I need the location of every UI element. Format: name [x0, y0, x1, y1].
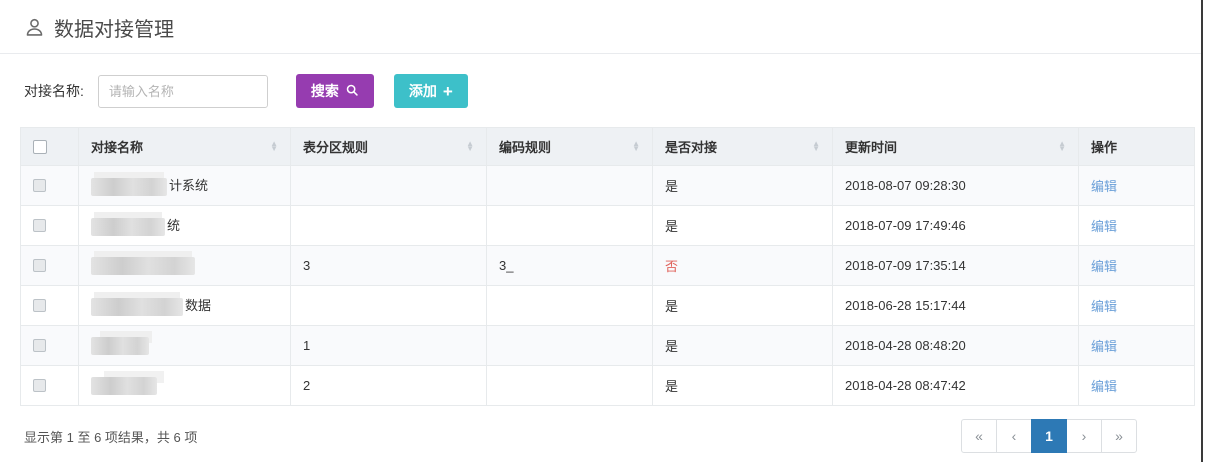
- updated-cell: 2018-04-28 08:47:42: [833, 366, 1079, 406]
- search-button[interactable]: 搜索: [296, 74, 374, 108]
- interface-name-input[interactable]: [98, 75, 268, 108]
- title-divider: [0, 53, 1201, 54]
- redacted-name: [91, 218, 165, 236]
- table-header-row: 对接名称 ▲▼ 表分区规则 ▲▼ 编码规则 ▲▼ 是否对接 ▲▼: [21, 128, 1195, 166]
- connected-cell: 是: [653, 166, 833, 206]
- table-row: 统 是 2018-07-09 17:49:46 编辑: [21, 206, 1195, 246]
- search-toolbar: 对接名称: 搜索 添加 +: [24, 74, 1201, 108]
- edit-link[interactable]: 编辑: [1091, 259, 1117, 274]
- row-checkbox[interactable]: [33, 379, 46, 392]
- row-checkbox[interactable]: [33, 179, 46, 192]
- edit-link[interactable]: 编辑: [1091, 379, 1117, 394]
- code-rule-cell: [487, 206, 653, 246]
- name-cell: 统: [79, 206, 291, 246]
- data-table: 对接名称 ▲▼ 表分区规则 ▲▼ 编码规则 ▲▼ 是否对接 ▲▼: [20, 127, 1195, 406]
- page-first-button[interactable]: «: [961, 419, 997, 453]
- col-header-connected[interactable]: 是否对接 ▲▼: [653, 128, 833, 166]
- sort-icon: ▲▼: [270, 142, 278, 152]
- page-title: 数据对接管理: [0, 0, 1201, 53]
- pagination: « ‹ 1 › »: [961, 419, 1137, 453]
- updated-cell: 2018-08-07 09:28:30: [833, 166, 1079, 206]
- table-row: 计系统 是 2018-08-07 09:28:30 编辑: [21, 166, 1195, 206]
- col-header-updated[interactable]: 更新时间 ▲▼: [833, 128, 1079, 166]
- edit-link[interactable]: 编辑: [1091, 219, 1117, 234]
- redacted-name: [91, 337, 149, 355]
- add-button[interactable]: 添加 +: [394, 74, 468, 108]
- table-row: 3 3_ 否 2018-07-09 17:35:14 编辑: [21, 246, 1195, 286]
- add-button-label: 添加: [409, 81, 437, 101]
- name-cell: [79, 326, 291, 366]
- code-rule-cell: [487, 166, 653, 206]
- data-table-wrap: 对接名称 ▲▼ 表分区规则 ▲▼ 编码规则 ▲▼ 是否对接 ▲▼: [20, 127, 1181, 406]
- select-all-header: [21, 128, 79, 166]
- table-row: 1 是 2018-04-28 08:48:20 编辑: [21, 326, 1195, 366]
- sort-icon: ▲▼: [812, 142, 820, 152]
- connected-cell: 是: [653, 206, 833, 246]
- row-checkbox[interactable]: [33, 219, 46, 232]
- sort-icon: ▲▼: [466, 142, 474, 152]
- name-cell: [79, 246, 291, 286]
- sort-icon: ▲▼: [632, 142, 640, 152]
- name-cell: 计系统: [79, 166, 291, 206]
- page-last-button[interactable]: »: [1101, 419, 1137, 453]
- results-summary: 显示第 1 至 6 项结果，共 6 项: [24, 427, 197, 446]
- select-all-checkbox[interactable]: [33, 140, 47, 154]
- partition-rule-cell: 3: [291, 246, 487, 286]
- sort-icon: ▲▼: [1058, 142, 1066, 152]
- edit-link[interactable]: 编辑: [1091, 179, 1117, 194]
- redacted-name: [91, 178, 167, 196]
- updated-cell: 2018-07-09 17:49:46: [833, 206, 1079, 246]
- code-rule-cell: [487, 326, 653, 366]
- col-header-actions: 操作: [1079, 128, 1195, 166]
- updated-cell: 2018-06-28 15:17:44: [833, 286, 1079, 326]
- page-1-button[interactable]: 1: [1031, 419, 1067, 453]
- search-icon: [345, 83, 359, 100]
- code-rule-cell: [487, 286, 653, 326]
- updated-cell: 2018-04-28 08:48:20: [833, 326, 1079, 366]
- col-header-code-rule[interactable]: 编码规则 ▲▼: [487, 128, 653, 166]
- edit-link[interactable]: 编辑: [1091, 339, 1117, 354]
- plus-icon: +: [443, 83, 453, 100]
- code-rule-cell: 3_: [487, 246, 653, 286]
- partition-rule-cell: 2: [291, 366, 487, 406]
- connected-cell: 是: [653, 366, 833, 406]
- page-prev-button[interactable]: ‹: [996, 419, 1032, 453]
- connected-cell: 否: [653, 246, 833, 286]
- user-icon: [24, 17, 45, 38]
- edit-link[interactable]: 编辑: [1091, 299, 1117, 314]
- redacted-name: [91, 257, 195, 275]
- connected-cell: 是: [653, 286, 833, 326]
- name-cell: 数据: [79, 286, 291, 326]
- code-rule-cell: [487, 366, 653, 406]
- page-title-text: 数据对接管理: [54, 13, 174, 42]
- search-button-label: 搜索: [311, 81, 339, 101]
- connected-cell: 是: [653, 326, 833, 366]
- table-row: 数据 是 2018-06-28 15:17:44 编辑: [21, 286, 1195, 326]
- content-panel: 数据对接管理 对接名称: 搜索 添加 +: [0, 0, 1203, 462]
- redacted-name: [91, 377, 157, 395]
- col-header-name[interactable]: 对接名称 ▲▼: [79, 128, 291, 166]
- updated-cell: 2018-07-09 17:35:14: [833, 246, 1079, 286]
- table-footer: 显示第 1 至 6 项结果，共 6 项 « ‹ 1 › »: [24, 419, 1177, 453]
- partition-rule-cell: [291, 206, 487, 246]
- page-next-button[interactable]: ›: [1066, 419, 1102, 453]
- redacted-name: [91, 298, 183, 316]
- interface-name-label: 对接名称:: [24, 81, 84, 101]
- col-header-partition-rule[interactable]: 表分区规则 ▲▼: [291, 128, 487, 166]
- row-checkbox[interactable]: [33, 259, 46, 272]
- row-checkbox[interactable]: [33, 339, 46, 352]
- table-row: 2 是 2018-04-28 08:47:42 编辑: [21, 366, 1195, 406]
- partition-rule-cell: [291, 166, 487, 206]
- partition-rule-cell: [291, 286, 487, 326]
- name-cell: [79, 366, 291, 406]
- partition-rule-cell: 1: [291, 326, 487, 366]
- row-checkbox[interactable]: [33, 299, 46, 312]
